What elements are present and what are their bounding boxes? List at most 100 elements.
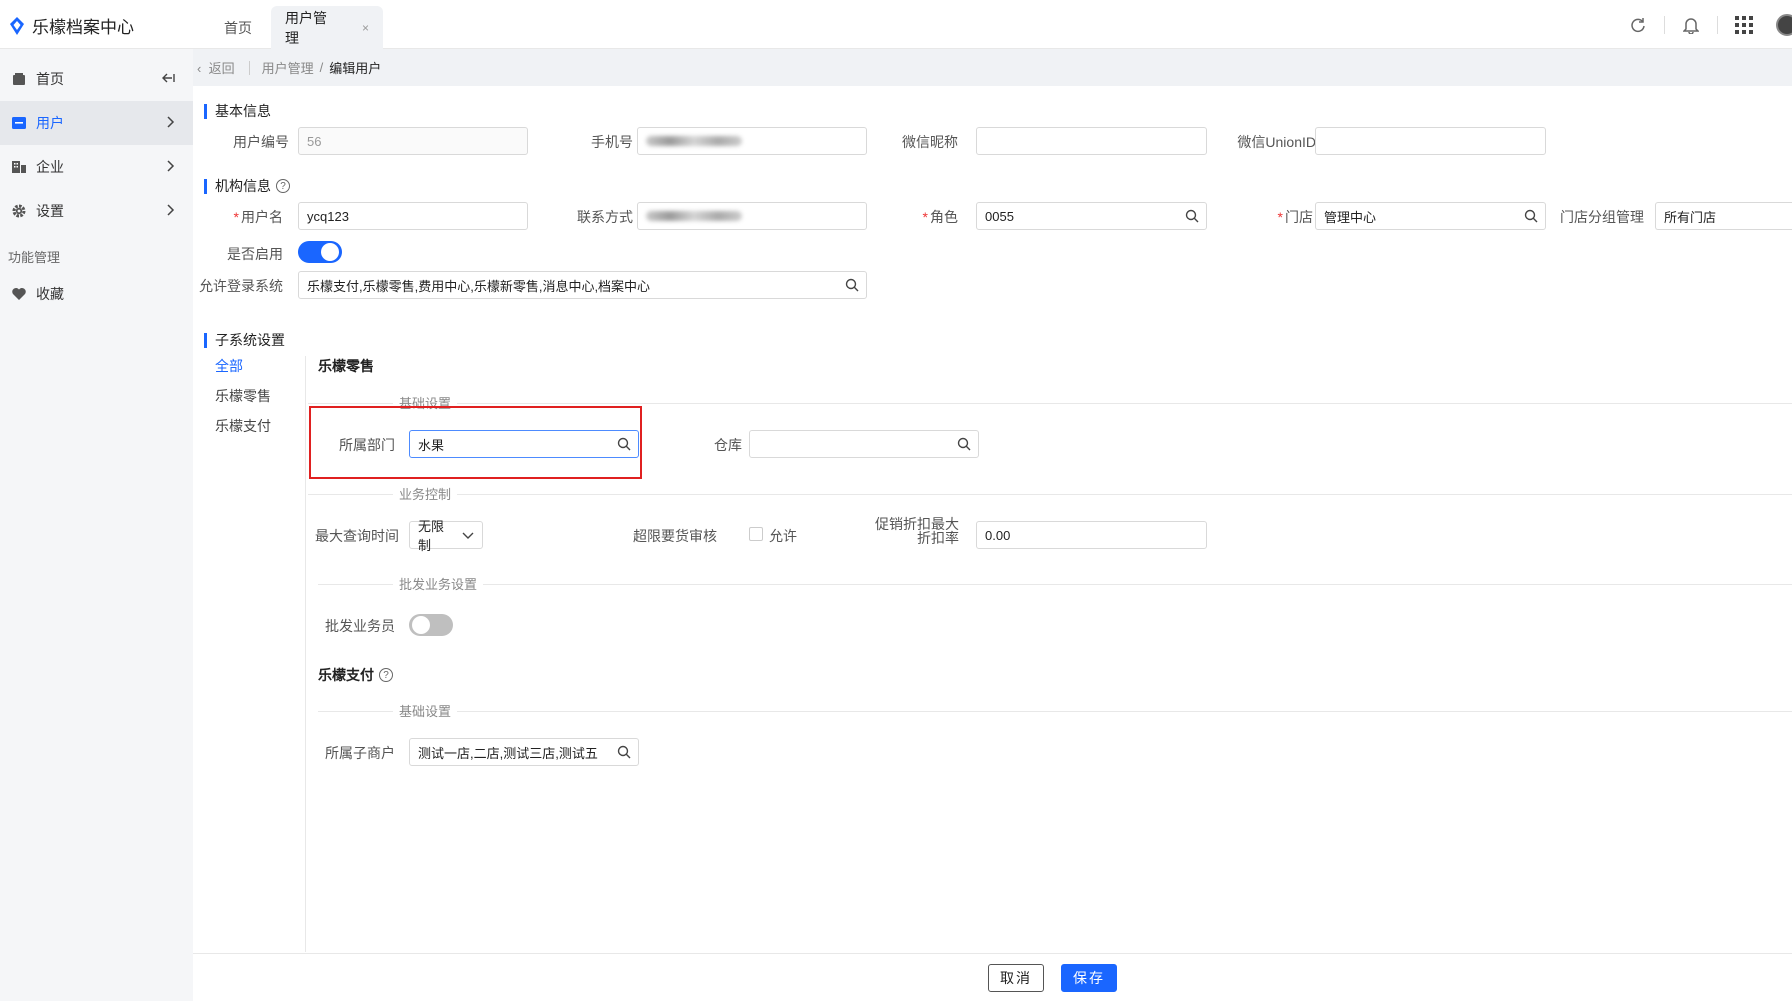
warehouse-field[interactable] [749,430,979,458]
allowed-systems-field[interactable]: 乐檬支付,乐檬零售,费用中心,乐檬新零售,消息中心,档案中心 [298,271,867,299]
chevron-right-icon [165,115,175,132]
wholesale-staff-toggle[interactable] [409,614,453,636]
toolbar-divider [1717,15,1718,34]
subsystem-nav-pay[interactable]: 乐檬支付 [215,416,271,436]
wholesale-settings-label: 批发业务设置 [393,574,484,593]
wholesale-staff-label: 批发业务员 [325,618,395,634]
breadcrumb-separator: / [319,60,324,75]
avatar[interactable] [1776,13,1792,36]
search-icon[interactable] [617,745,631,762]
contact-field[interactable] [637,202,867,230]
sidebar-item-label: 首页 [36,71,64,87]
over-limit-checkbox[interactable] [749,527,763,541]
edit-user-form: 基本信息 用户编号 56 手机号 微信昵称 微信UnionID 机构信息? * 用… [193,86,1792,953]
search-icon[interactable] [1524,209,1538,226]
section-title-org: 机构信息? [204,176,290,196]
sidebar-item-enterprise[interactable]: 企业 [0,145,193,189]
divider [308,494,1792,495]
username-label: * 用户名 [233,209,283,225]
section-title-text: 基本信息 [215,103,271,119]
contact-label: 联系方式 [577,209,633,225]
store-group-field[interactable]: 所有门店 [1655,202,1792,230]
store-field[interactable]: 管理中心 [1315,202,1546,230]
tab-home[interactable]: 首页 [205,6,271,49]
sidebar-item-home[interactable]: 首页 [0,57,193,101]
pay-group-title: 乐檬支付? [318,665,393,685]
back-link[interactable]: ‹ 返回 [197,58,235,77]
store-label: * 门店 [1277,209,1313,225]
apps-grid-icon[interactable] [1734,15,1754,35]
pay-group-title-text: 乐檬支付 [318,667,374,683]
breadcrumb: ‹ 返回 用户管理 / 编辑用户 [193,49,1792,86]
search-icon[interactable] [1185,209,1199,226]
enabled-toggle[interactable] [298,241,342,263]
promo-discount-field[interactable]: 0.00 [976,521,1207,549]
tab-user-management[interactable]: 用户管理 × [271,6,383,49]
building-icon [10,158,28,176]
username-field[interactable]: ycq123 [298,202,528,230]
toggle-knob [321,243,339,261]
sidebar-item-user[interactable]: 用户 [0,101,193,145]
section-title-text: 机构信息 [215,178,271,194]
sidebar-item-favorites[interactable]: 收藏 [0,272,193,316]
subsystem-nav: 全部 乐檬零售 乐檬支付 [193,356,306,952]
store-group-value: 所有门店 [1664,209,1717,225]
cancel-button[interactable]: 取消 [988,964,1044,992]
divider [318,584,1792,585]
top-bar: 乐檬档案中心 首页 用户管理 × [0,0,1792,49]
toolbar-divider [1664,15,1665,34]
collapse-sidebar-icon[interactable] [161,71,175,88]
bell-icon[interactable] [1681,15,1701,35]
chevron-down-icon [462,528,474,543]
role-field[interactable]: 0055 [976,202,1207,230]
subsystem-nav-retail[interactable]: 乐檬零售 [215,386,271,406]
help-icon[interactable]: ? [276,179,290,193]
warehouse-label: 仓库 [714,437,742,453]
divider [308,403,1792,404]
wechat-nickname-field[interactable] [976,127,1207,155]
tab-label: 用户管理 [285,9,327,46]
toggle-knob [412,616,430,634]
promo-discount-label-line2: 折扣率 [917,530,959,546]
redacted-phone [646,136,742,146]
app-logo[interactable]: 乐檬档案中心 [8,13,134,38]
sidebar-item-label: 用户 [36,115,64,131]
close-icon[interactable]: × [362,21,369,35]
search-icon[interactable] [957,437,971,454]
gear-icon [10,202,28,220]
app-title: 乐檬档案中心 [32,18,134,37]
sidebar-group-label: 功能管理 [8,250,61,265]
unionid-field[interactable] [1315,127,1546,155]
redacted-contact [646,211,742,221]
promo-discount-value: 0.00 [985,527,1011,543]
sub-merchant-field[interactable]: 测试一店,二店,测试三店,测试五 [409,738,639,766]
breadcrumb-current: 编辑用户 [329,61,382,76]
department-field[interactable]: 水果 [409,430,639,458]
search-icon[interactable] [617,437,631,454]
max-query-time-value: 无限制 [418,519,445,553]
allowed-systems-label: 允许登录系统 [199,278,283,294]
user-id-label: 用户编号 [233,134,289,150]
username-value: ycq123 [307,208,349,224]
subsystem-nav-all[interactable]: 全部 [215,356,243,376]
max-query-time-select[interactable]: 无限制 [409,519,483,553]
divider [318,711,1792,712]
phone-field[interactable] [637,127,867,155]
heart-icon [10,285,28,303]
promo-discount-label: 促销折扣最大 折扣率 [865,517,959,545]
back-label: 返回 [208,61,235,76]
sidebar-item-label: 收藏 [36,286,64,302]
refresh-icon[interactable] [1628,15,1648,35]
user-id-value: 56 [307,133,322,149]
department-value: 水果 [418,437,445,453]
main-content: ‹ 返回 用户管理 / 编辑用户 基本信息 用户编号 56 手机号 微信昵称 微… [193,49,1792,1001]
breadcrumb-parent[interactable]: 用户管理 [262,58,314,77]
save-button[interactable]: 保存 [1061,964,1117,992]
allowed-systems-value: 乐檬支付,乐檬零售,费用中心,乐檬新零售,消息中心,档案中心 [307,278,651,294]
over-limit-review-label: 超限要货审核 [633,528,717,544]
help-icon[interactable]: ? [379,668,393,682]
sidebar-item-settings[interactable]: 设置 [0,189,193,233]
chevron-right-icon [165,159,175,176]
search-icon[interactable] [845,278,859,295]
breadcrumb-divider [248,60,250,75]
